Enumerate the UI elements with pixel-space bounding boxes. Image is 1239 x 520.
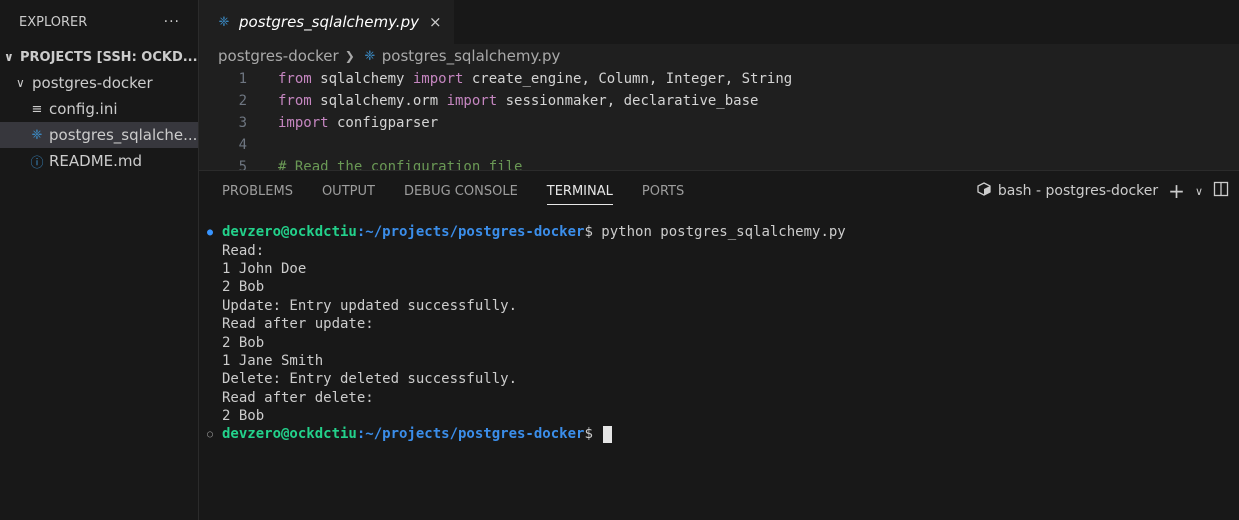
code-keyword: import	[446, 93, 498, 109]
code-keyword: from	[278, 93, 312, 109]
prompt-user: devzero@ockdctiu	[222, 224, 357, 241]
workspace-root-label: PROJECTS [SSH: OCKD...	[20, 49, 198, 65]
code-keyword: import	[412, 71, 464, 87]
tab-problems[interactable]: PROBLEMS	[222, 171, 293, 211]
code-line: 5 # Read the configuration file	[199, 156, 1239, 170]
tab-terminal[interactable]: TERMINAL	[546, 171, 614, 211]
more-actions-icon[interactable]: ···	[164, 14, 180, 30]
terminal-selector[interactable]: bash - postgres-docker	[975, 182, 1158, 200]
editor-tab-bar: ❈ postgres_sqlalchemy.py ×	[199, 0, 1239, 44]
breadcrumb: postgres-docker ❯ ❈ postgres_sqlalchemy.…	[199, 44, 1239, 68]
terminal-line-text: Read:	[222, 242, 265, 259]
workspace-root[interactable]: ∨ PROJECTS [SSH: OCKD...	[0, 44, 198, 70]
code-line: 3 import configparser	[199, 112, 1239, 134]
chevron-down-icon: ∨	[16, 76, 25, 90]
command-decoration-icon: ●	[207, 226, 214, 238]
chevron-right-icon: ❯	[344, 49, 355, 63]
prompt-symbol: $	[584, 426, 602, 443]
command-decoration-icon: ○	[207, 428, 214, 440]
terminal-shell-icon	[975, 182, 993, 200]
info-icon: ⓘ	[30, 155, 44, 171]
terminal-line: Update: Entry updated successfully.	[207, 297, 1239, 315]
chevron-down-icon: ∨	[4, 50, 14, 64]
terminal-line: 2 Bob	[207, 333, 1239, 351]
breadcrumb-file[interactable]: postgres_sqlalchemy.py	[382, 47, 561, 65]
terminal-name: bash - postgres-docker	[997, 183, 1159, 199]
file-label: config.ini	[49, 100, 118, 118]
add-terminal-icon[interactable]: +	[1168, 179, 1185, 203]
editor-area: ❈ postgres_sqlalchemy.py × postgres-dock…	[199, 0, 1239, 170]
explorer-sidebar: EXPLORER ··· ∨ PROJECTS [SSH: OCKD... ∨ …	[0, 0, 199, 520]
line-number: 5	[238, 159, 247, 170]
terminal-line-text: Update: Entry updated successfully.	[222, 297, 518, 314]
close-icon[interactable]: ×	[429, 13, 442, 31]
tab-output[interactable]: OUTPUT	[322, 171, 375, 211]
line-number: 3	[238, 115, 247, 131]
terminal-line: 1 Jane Smith	[207, 352, 1239, 370]
file-label: postgres_sqlalche...	[49, 126, 198, 144]
terminal-command-line: ● devzero@ockdctiu:~/projects/postgres-do…	[207, 223, 1239, 241]
terminal-line-text: 2 Bob	[222, 408, 265, 425]
terminal-cursor	[603, 425, 613, 443]
code-text: sqlalchemy	[311, 71, 413, 87]
terminal-line-text: 2 Bob	[222, 279, 265, 296]
code-keyword: import	[278, 115, 329, 131]
folder-postgres-docker[interactable]: ∨ postgres-docker	[0, 70, 198, 96]
explorer-title: EXPLORER	[19, 14, 88, 30]
code-keyword: from	[278, 71, 312, 87]
prompt-user: devzero@ockdctiu	[222, 426, 357, 443]
panel-tab-bar: PROBLEMS OUTPUT DEBUG CONSOLE TERMINAL P…	[199, 171, 1239, 211]
bottom-panel: PROBLEMS OUTPUT DEBUG CONSOLE TERMINAL P…	[199, 170, 1239, 520]
prompt-path: :~/projects/postgres-docker	[356, 426, 585, 443]
file-readme[interactable]: ⓘ README.md	[0, 148, 198, 174]
split-panel-icon[interactable]	[1213, 181, 1229, 201]
terminal-line: 1 John Doe	[207, 260, 1239, 278]
terminal-output[interactable]: ● devzero@ockdctiu:~/projects/postgres-do…	[199, 211, 1239, 444]
python-icon: ❈	[31, 127, 43, 143]
terminal-command: python postgres_sqlalchemy.py	[601, 224, 846, 241]
code-text: sqlalchemy.orm	[311, 93, 447, 109]
folder-label: postgres-docker	[32, 74, 153, 92]
terminal-line-text: 1 Jane Smith	[222, 352, 324, 369]
terminal-line: Read after delete:	[207, 389, 1239, 407]
terminal-prompt-line: ○ devzero@ockdctiu:~/projects/postgres-do…	[207, 425, 1239, 443]
tab-label: postgres_sqlalchemy.py	[239, 13, 419, 31]
python-icon: ❈	[364, 48, 376, 64]
line-number: 2	[238, 93, 247, 109]
line-number: 1	[238, 71, 247, 87]
terminal-line: Delete: Entry deleted successfully.	[207, 370, 1239, 388]
file-config-ini[interactable]: ≡ config.ini	[0, 96, 198, 122]
tab-postgres-sqlalchemy[interactable]: ❈ postgres_sqlalchemy.py ×	[199, 0, 454, 44]
config-icon: ≡	[31, 101, 43, 117]
terminal-line: Read:	[207, 241, 1239, 259]
terminal-line: Read after update:	[207, 315, 1239, 333]
file-postgres-sqlalchemy[interactable]: ❈ postgres_sqlalche...	[0, 122, 198, 148]
python-icon: ❈	[218, 14, 230, 30]
code-line: 4	[199, 134, 1239, 156]
explorer-header: EXPLORER ···	[0, 0, 198, 44]
terminal-line-text: 1 John Doe	[222, 260, 307, 277]
chevron-down-icon[interactable]: ∨	[1195, 185, 1203, 198]
prompt-path: :~/projects/postgres-docker	[356, 224, 585, 241]
tab-ports[interactable]: PORTS	[642, 171, 684, 211]
code-comment: # Read the configuration file	[278, 159, 523, 170]
terminal-line: 2 Bob	[207, 407, 1239, 425]
file-label: README.md	[49, 152, 143, 170]
code-text: create_engine, Column, Integer, String	[463, 71, 793, 87]
code-line: 2 from sqlalchemy.orm import sessionmake…	[199, 90, 1239, 112]
line-number: 4	[238, 137, 247, 153]
panel-actions: bash - postgres-docker + ∨	[975, 171, 1239, 211]
prompt-symbol: $	[584, 224, 602, 241]
code-text: configparser	[328, 115, 439, 131]
terminal-line-text: Read after delete:	[222, 389, 374, 406]
terminal-line-text: Read after update:	[222, 316, 374, 333]
terminal-line: 2 Bob	[207, 278, 1239, 296]
breadcrumb-folder[interactable]: postgres-docker	[218, 47, 339, 65]
tab-debug-console[interactable]: DEBUG CONSOLE	[404, 171, 518, 211]
terminal-line-text: 2 Bob	[222, 334, 265, 351]
terminal-line-text: Delete: Entry deleted successfully.	[222, 371, 518, 388]
code-editor[interactable]: 1 from sqlalchemy import create_engine, …	[199, 68, 1239, 170]
code-text: sessionmaker, declarative_base	[497, 93, 759, 109]
code-line: 1 from sqlalchemy import create_engine, …	[199, 68, 1239, 90]
